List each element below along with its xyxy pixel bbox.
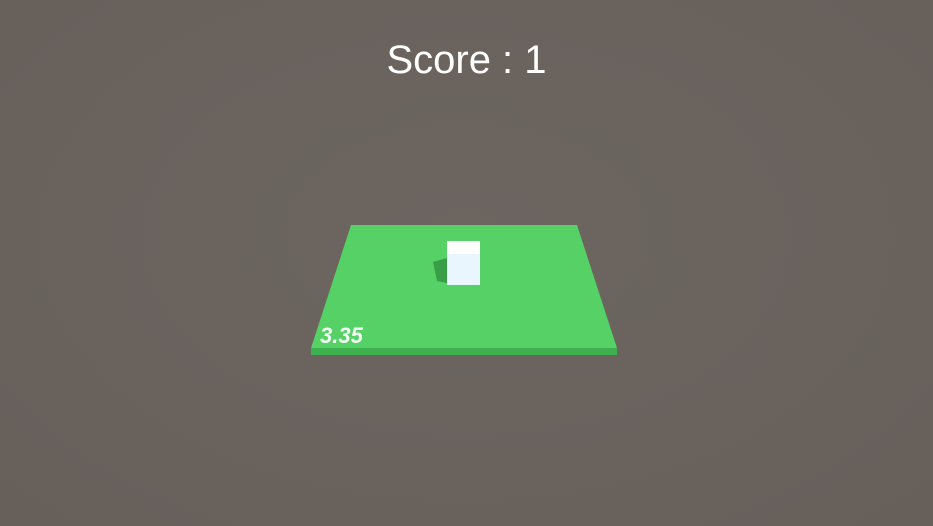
player-cube-top (447, 241, 480, 254)
score-label: Score : 1 (386, 38, 547, 82)
timer-label: 3.35 (320, 323, 363, 348)
player-cube[interactable] (447, 254, 480, 285)
game-view[interactable]: Score : 1 3.35 (0, 0, 933, 526)
platform-edge (311, 348, 617, 355)
